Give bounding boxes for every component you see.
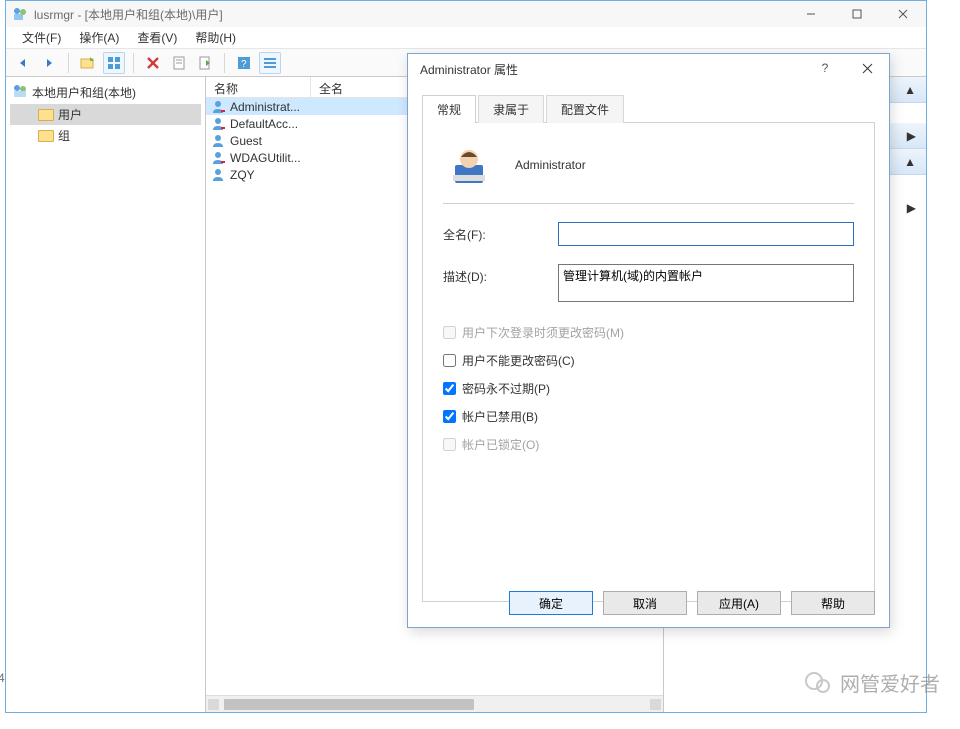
titlebar[interactable]: lusrmgr - [本地用户和组(本地)\用户] [6,1,926,27]
window-title: lusrmgr - [本地用户和组(本地)\用户] [34,6,223,23]
check-neverexpire[interactable]: 密码永不过期(P) [443,380,854,397]
menu-help[interactable]: 帮助(H) [187,27,244,48]
tree-root-label: 本地用户和组(本地) [32,84,136,101]
watermark-text: 网管爱好者 [840,668,940,697]
checkbox [443,326,456,339]
forward-icon[interactable] [38,52,60,74]
username-label: Administrator [515,158,586,172]
fullname-label: 全名(F): [443,222,558,243]
check-label: 用户下次登录时须更改密码(M) [462,324,624,341]
dialog-help-button[interactable]: ? [807,56,843,80]
tree-pane[interactable]: 本地用户和组(本地) 用户 组 [6,77,206,712]
minimize-button[interactable] [788,1,834,27]
check-label: 密码永不过期(P) [462,380,550,397]
tree-item-label: 组 [58,127,70,144]
chevron-right-icon: ▶ [907,129,916,143]
horizontal-scrollbar[interactable] [206,695,663,712]
dialog-buttons: 确定 取消 应用(A) 帮助 [509,591,875,615]
check-label: 用户不能更改密码(C) [462,352,575,369]
tree-root[interactable]: 本地用户和组(本地) [10,81,201,104]
user-name: WDAGUtilit... [230,151,301,165]
group-icon [12,83,28,102]
user-icon [210,167,226,183]
user-avatar-icon [449,145,489,185]
app-icon [12,6,28,22]
check-locked: 帐户已锁定(O) [443,436,854,453]
help-icon[interactable]: ? [233,52,255,74]
tree-item-groups[interactable]: 组 [10,125,201,146]
column-name[interactable]: 名称 [206,77,311,97]
grid-view-icon[interactable] [103,52,125,74]
user-icon [210,133,226,149]
tree-item-label: 用户 [58,106,82,123]
fullname-input[interactable] [558,222,854,246]
dialog-titlebar[interactable]: Administrator 属性 ? [408,54,889,84]
list-view-icon[interactable] [259,52,281,74]
user-name: DefaultAcc... [230,117,298,131]
delete-icon[interactable] [142,52,164,74]
tree-item-users[interactable]: 用户 [10,104,201,125]
menu-action[interactable]: 操作(A) [71,27,127,48]
check-label: 帐户已锁定(O) [462,436,539,453]
chevron-up-icon: ▲ [904,83,916,97]
tab-memberof[interactable]: 隶属于 [478,95,544,123]
check-label: 帐户已禁用(B) [462,408,538,425]
back-icon[interactable] [12,52,34,74]
checkbox [443,438,456,451]
tab-general[interactable]: 常规 [422,95,476,123]
separator [224,53,225,73]
user-name: ZQY [230,168,255,182]
tab-profile[interactable]: 配置文件 [546,95,624,123]
separator [133,53,134,73]
separator [68,53,69,73]
menu-view[interactable]: 查看(V) [129,27,185,48]
user-name: Administrat... [230,100,300,114]
chevron-right-icon: ▶ [907,201,916,215]
description-label: 描述(D): [443,264,558,285]
chevron-up-icon: ▲ [904,155,916,169]
folder-icon [38,130,54,142]
help-button[interactable]: 帮助 [791,591,875,615]
dialog-tabs: 常规 隶属于 配置文件 [408,84,889,122]
page-number: 4 [0,671,5,685]
cancel-button[interactable]: 取消 [603,591,687,615]
close-button[interactable] [880,1,926,27]
check-mustchange: 用户下次登录时须更改密码(M) [443,324,854,341]
maximize-button[interactable] [834,1,880,27]
svg-text:?: ? [241,59,247,70]
properties-dialog: Administrator 属性 ? 常规 隶属于 配置文件 Administr… [407,53,890,628]
tab-general-body: Administrator 全名(F): 描述(D): 用户下次登录时须更改密码… [422,122,875,602]
dialog-title: Administrator 属性 [420,61,518,78]
checkbox[interactable] [443,410,456,423]
properties-icon[interactable] [168,52,190,74]
wechat-icon [804,669,832,697]
watermark: 网管爱好者 [804,668,940,697]
user-icon [210,150,226,166]
checkbox[interactable] [443,382,456,395]
scroll-thumb[interactable] [224,699,474,710]
folder-icon [38,109,54,121]
apply-button[interactable]: 应用(A) [697,591,781,615]
checkbox[interactable] [443,354,456,367]
user-name: Guest [230,134,262,148]
export-icon[interactable] [194,52,216,74]
menu-bar: 文件(F) 操作(A) 查看(V) 帮助(H) [6,27,926,49]
user-icon [210,116,226,132]
new-folder-icon[interactable] [77,52,99,74]
menu-file[interactable]: 文件(F) [14,27,69,48]
description-input[interactable] [558,264,854,302]
user-icon [210,99,226,115]
check-disabled[interactable]: 帐户已禁用(B) [443,408,854,425]
dialog-close-button[interactable] [849,56,885,80]
check-cannotchange[interactable]: 用户不能更改密码(C) [443,352,854,369]
ok-button[interactable]: 确定 [509,591,593,615]
